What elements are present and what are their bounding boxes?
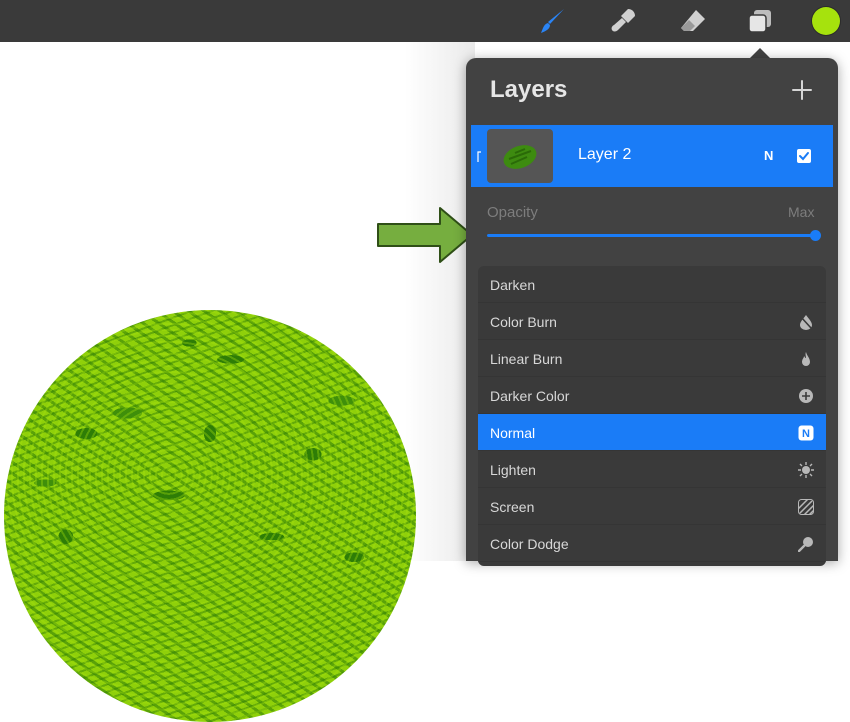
- circle-texture: [4, 310, 416, 722]
- magnifier-icon: [798, 536, 814, 552]
- opacity-slider[interactable]: [487, 230, 821, 241]
- n-badge-icon: N: [798, 425, 814, 441]
- blend-mode-color-dodge[interactable]: Color Dodge: [478, 525, 826, 562]
- layer-thumbnail[interactable]: [487, 129, 553, 183]
- plus-circle-icon: [798, 388, 814, 404]
- current-color-swatch[interactable]: [812, 7, 840, 35]
- flame-icon: [798, 351, 814, 367]
- panel-pointer: [750, 48, 770, 58]
- blend-mode-label: Color Dodge: [490, 536, 569, 552]
- blend-mode-list: Darken Color Burn Linear Burn Darker Col…: [478, 266, 826, 566]
- opacity-value-label: Max: [788, 204, 815, 220]
- panel-title: Layers: [490, 76, 568, 103]
- blend-mode-label: Color Burn: [490, 314, 557, 330]
- layer-name: Layer 2: [578, 146, 632, 163]
- blend-mode-label: Linear Burn: [490, 351, 563, 367]
- blend-mode-label: Darker Color: [490, 388, 570, 404]
- blend-mode-label: Lighten: [490, 462, 536, 478]
- blend-mode-label: Normal: [490, 425, 536, 441]
- smudge-icon[interactable]: [608, 6, 638, 36]
- blend-mode-label: Darken: [490, 277, 536, 293]
- paintbrush-icon[interactable]: [538, 6, 568, 36]
- opacity-label: Opacity: [487, 204, 538, 221]
- clip-marker-icon: [475, 150, 483, 162]
- blend-mode-normal[interactable]: Normal N: [478, 414, 826, 451]
- moon-icon: [798, 277, 814, 293]
- blend-mode-linear-burn[interactable]: Linear Burn: [478, 340, 826, 377]
- green-arrow-icon: [376, 204, 476, 266]
- hatch-icon: [798, 499, 814, 515]
- burn-icon: [798, 314, 814, 330]
- opacity-slider-handle[interactable]: [810, 230, 821, 241]
- layers-panel: Layers Layer 2 N Opacity Max Darken Colo…: [466, 58, 838, 566]
- sun-icon: [798, 462, 814, 478]
- blend-mode-screen[interactable]: Screen: [478, 488, 826, 525]
- eraser-icon[interactable]: [678, 6, 708, 36]
- blend-mode-lighten[interactable]: Lighten: [478, 451, 826, 488]
- opacity-slider-fill: [487, 234, 815, 237]
- layer-row[interactable]: Layer 2 N: [471, 125, 833, 187]
- canvas-shadow: [405, 42, 475, 561]
- blend-mode-darker-color[interactable]: Darker Color: [478, 377, 826, 414]
- layers-icon[interactable]: [745, 6, 775, 36]
- layer-visibility-checkbox[interactable]: [797, 149, 811, 163]
- plus-icon[interactable]: [790, 78, 814, 102]
- blend-mode-label: Screen: [490, 499, 535, 515]
- top-toolbar: [0, 0, 850, 42]
- layer-blend-mode-button[interactable]: N: [764, 148, 773, 163]
- n-badge-letter: N: [802, 428, 810, 440]
- blend-mode-color-burn[interactable]: Color Burn: [478, 303, 826, 340]
- blend-mode-darken[interactable]: Darken: [478, 266, 826, 303]
